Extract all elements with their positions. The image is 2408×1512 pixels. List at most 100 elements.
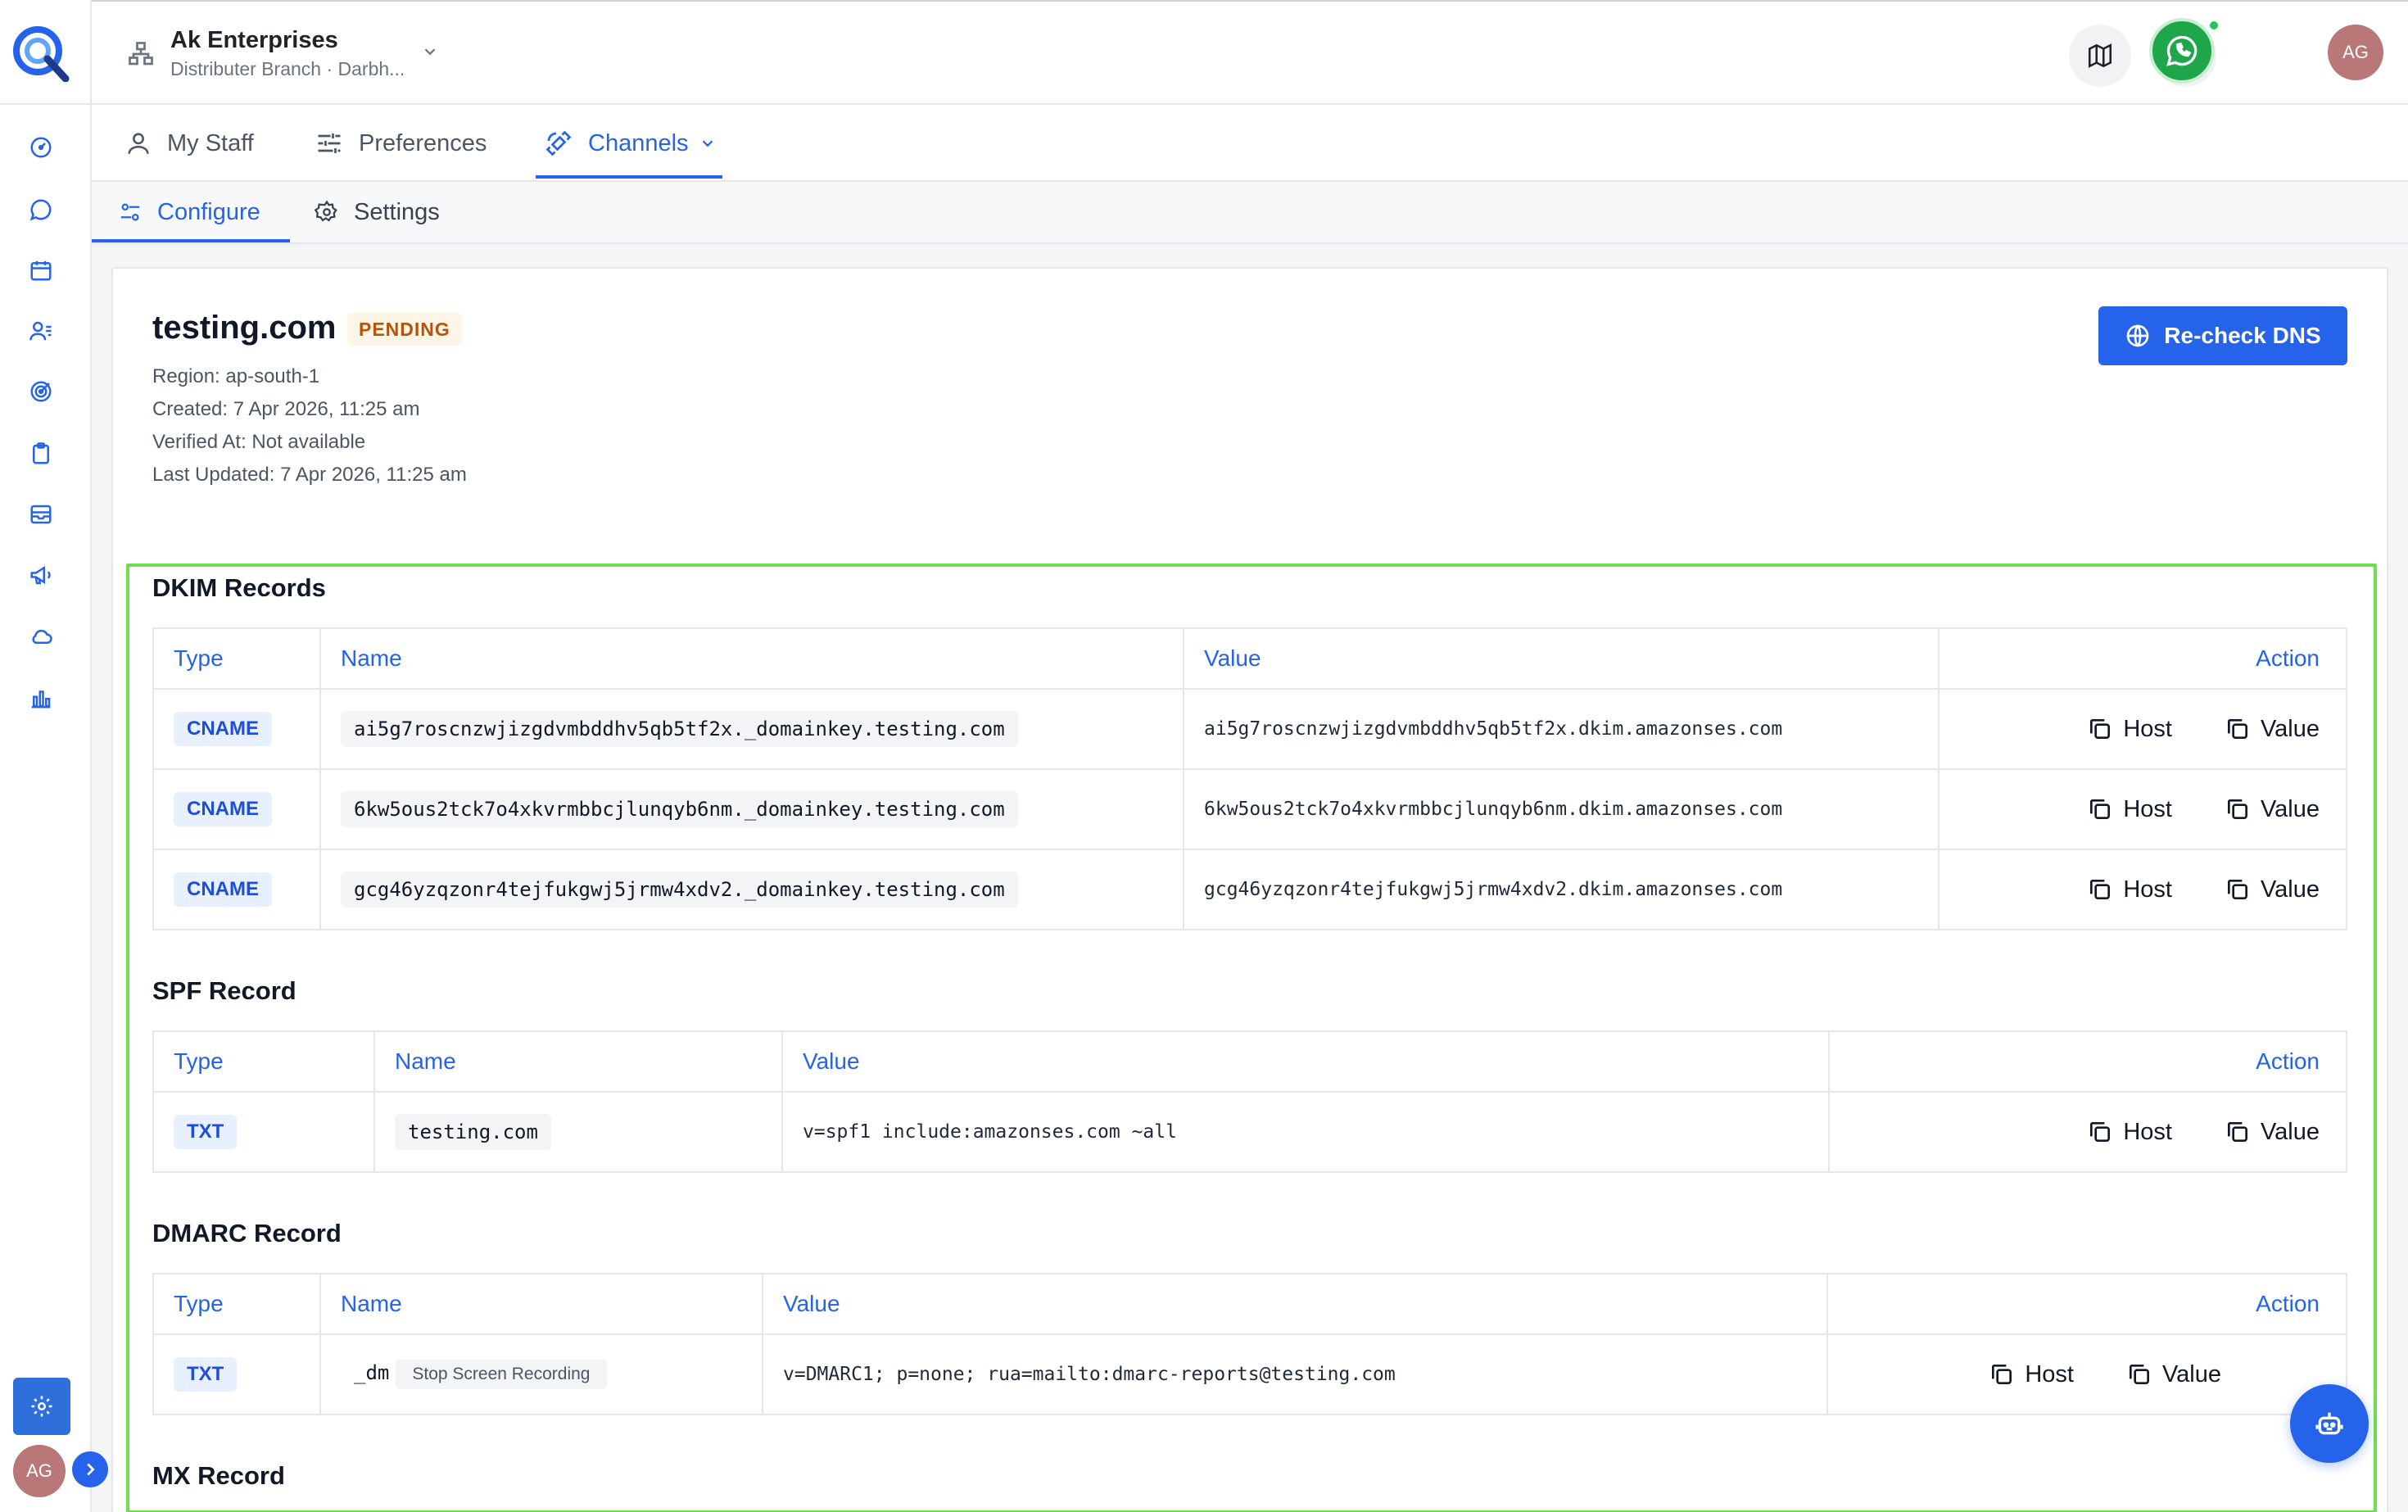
- table-row: CNAME ai5g7roscnzwjizgdvmbddhv5qb5tf2x._…: [153, 689, 2347, 770]
- globe-icon: [2126, 324, 2149, 347]
- table-row: TXT _dm Stop Screen Recording v=DMARC1; p…: [153, 1334, 2347, 1415]
- dashboard-icon[interactable]: [25, 131, 57, 164]
- table-header-row: Type Name Value Action: [153, 1274, 2347, 1335]
- cloud-icon[interactable]: [25, 619, 57, 652]
- copy-host-label: Host: [2123, 715, 2172, 742]
- primary-tabs: My Staff Preferences Channels: [92, 105, 2408, 182]
- tab-my-staff[interactable]: My Staff: [124, 105, 254, 182]
- table-row: CNAME 6kw5ous2tck7o4xkvrmbbcjlunqyb6nm._…: [153, 769, 2347, 850]
- copy-icon: [2090, 880, 2111, 899]
- gear-icon: [315, 200, 337, 222]
- record-name: ai5g7roscnzwjizgdvmbddhv5qb5tf2x._domain…: [341, 711, 1018, 747]
- contacts-icon[interactable]: [25, 315, 57, 347]
- copy-value-label: Value: [2260, 1118, 2320, 1145]
- tab-channels[interactable]: Channels: [544, 105, 717, 182]
- table-row: TXT testing.com v=spf1 include:amazonses…: [153, 1092, 2347, 1173]
- chevron-down-icon: [702, 140, 713, 147]
- left-rail: AG: [0, 0, 108, 1512]
- whatsapp-button[interactable]: [2149, 18, 2215, 84]
- tab-channels-label: Channels: [588, 129, 689, 156]
- col-type: Type: [153, 628, 321, 690]
- copy-host-button[interactable]: Host: [2087, 876, 2172, 903]
- assistant-bot-button[interactable]: [2290, 1384, 2369, 1463]
- record-value: gcg46yzqzonr4tejfukgwj5jrmw4xdv2.dkim.am…: [1204, 879, 1783, 900]
- copy-host-button[interactable]: Host: [2087, 716, 2172, 743]
- record-name: 6kw5ous2tck7o4xkvrmbbcjlunqyb6nm._domain…: [341, 791, 1018, 827]
- bar-chart-icon[interactable]: [25, 681, 57, 714]
- record-type: CNAME: [174, 712, 272, 746]
- settings-gear-button[interactable]: [13, 1378, 70, 1435]
- domain-name: testing.com: [152, 310, 337, 346]
- col-value: Value: [1184, 628, 1940, 690]
- secondary-tabs: Configure Settings: [92, 182, 2408, 244]
- record-type: TXT: [174, 1357, 238, 1392]
- copy-icon: [2090, 799, 2111, 819]
- chat-icon[interactable]: [25, 193, 57, 226]
- copy-host-button[interactable]: Host: [2087, 796, 2172, 823]
- clipboard-icon[interactable]: [25, 437, 57, 470]
- stop-screen-recording-overlay[interactable]: Stop Screen Recording: [396, 1360, 607, 1389]
- record-type: CNAME: [174, 872, 272, 907]
- tab-settings-label: Settings: [354, 198, 440, 225]
- tab-configure[interactable]: Configure: [118, 182, 260, 242]
- copy-value-button[interactable]: Value: [2225, 716, 2320, 743]
- col-type: Type: [153, 1031, 375, 1093]
- tab-preferences[interactable]: Preferences: [315, 105, 487, 182]
- active-subtab-indicator: [92, 239, 290, 242]
- copy-host-label: Host: [2123, 876, 2172, 903]
- tab-settings[interactable]: Settings: [315, 182, 440, 242]
- col-name: Name: [374, 1031, 783, 1093]
- domain-updated: Last Updated: 7 Apr 2026, 11:25 am: [152, 464, 467, 486]
- copy-value-label: Value: [2260, 715, 2320, 742]
- copy-value-button[interactable]: Value: [2126, 1361, 2221, 1388]
- calendar-icon[interactable]: [25, 254, 57, 287]
- inbox-icon[interactable]: [25, 498, 57, 531]
- megaphone-icon[interactable]: [25, 559, 57, 591]
- status-badge: PENDING: [347, 313, 462, 346]
- org-switcher[interactable]: Ak Enterprises Distributer Branch · Darb…: [126, 25, 439, 82]
- copy-host-button[interactable]: Host: [2087, 1119, 2172, 1146]
- dkim-title: DKIM Records: [152, 573, 326, 602]
- rail-avatar[interactable]: AG: [13, 1445, 66, 1497]
- col-value: Value: [782, 1031, 1830, 1093]
- record-value: 6kw5ous2tck7o4xkvrmbbcjlunqyb6nm.dkim.am…: [1204, 799, 1783, 820]
- record-type: TXT: [174, 1115, 238, 1149]
- copy-value-label: Value: [2161, 1360, 2221, 1388]
- toggles-icon: [120, 203, 140, 221]
- col-name: Name: [320, 628, 1184, 690]
- app-logo-icon[interactable]: [11, 23, 70, 82]
- copy-value-button[interactable]: Value: [2225, 796, 2320, 823]
- record-type: CNAME: [174, 792, 272, 826]
- user-avatar-initials: AG: [2342, 42, 2369, 62]
- user-avatar[interactable]: AG: [2328, 25, 2383, 80]
- tab-configure-label: Configure: [157, 198, 260, 225]
- spf-title: SPF Record: [152, 976, 296, 1005]
- domain-region: Region: ap-south-1: [152, 365, 320, 387]
- tab-my-staff-label: My Staff: [167, 129, 254, 156]
- recheck-dns-button[interactable]: Re-check DNS: [2098, 306, 2347, 365]
- copy-host-label: Host: [2025, 1360, 2074, 1388]
- copy-value-label: Value: [2260, 795, 2320, 822]
- copy-value-button[interactable]: Value: [2225, 1119, 2320, 1146]
- copy-value-button[interactable]: Value: [2225, 876, 2320, 903]
- target-icon[interactable]: [25, 375, 57, 408]
- domain-created: Created: 7 Apr 2026, 11:25 am: [152, 398, 420, 420]
- dkim-table: Type Name Value Action CNAME ai5g7roscnz…: [152, 627, 2347, 930]
- chevron-down-icon: [421, 43, 439, 61]
- satellite-icon: [545, 130, 572, 156]
- sliders-icon: [318, 134, 341, 153]
- record-name: testing.com: [395, 1114, 551, 1150]
- mx-title: MX Record: [152, 1461, 285, 1490]
- org-branch: Distributer Branch · Darbh...: [170, 58, 405, 79]
- map-button[interactable]: [2069, 25, 2131, 87]
- record-value: ai5g7roscnzwjizgdvmbddhv5qb5tf2x.dkim.am…: [1204, 718, 1783, 740]
- record-value: v=DMARC1; p=none; rua=mailto:dmarc-repor…: [783, 1364, 1396, 1385]
- record-name-text: _dm: [354, 1361, 390, 1384]
- record-value: v=spf1 include:amazonses.com ~all: [803, 1121, 1177, 1143]
- top-header: Ak Enterprises Distributer Branch · Darb…: [92, 0, 2408, 105]
- record-name: gcg46yzqzonr4tejfukgwj5jrmw4xdv2._domain…: [341, 871, 1018, 908]
- whatsapp-icon: [2166, 35, 2198, 66]
- copy-host-button[interactable]: Host: [1989, 1361, 2074, 1388]
- expand-sidebar-button[interactable]: [72, 1451, 108, 1487]
- table-header-row: Type Name Value Action: [153, 628, 2347, 690]
